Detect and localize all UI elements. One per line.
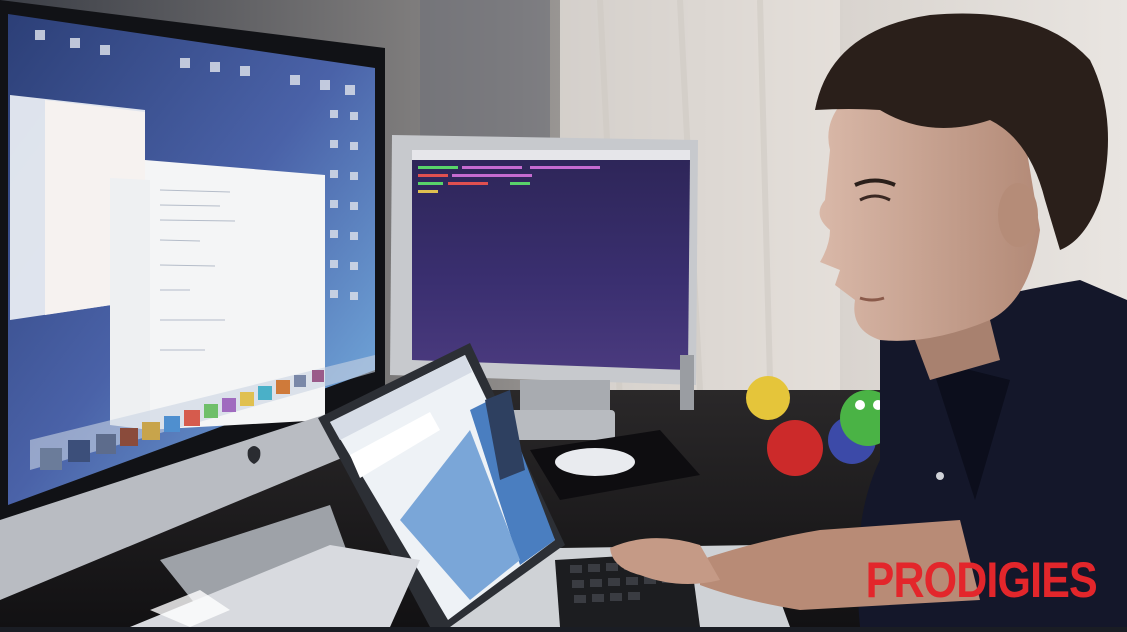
- scene-illustration: [0, 0, 1127, 627]
- photo-scene: PRODIGIES: [0, 0, 1127, 627]
- curtain-dark: [420, 0, 550, 140]
- imac-monitor: [0, 0, 385, 610]
- prodigies-logo-text: PRODIGIES: [865, 552, 1098, 608]
- mouse: [555, 448, 635, 476]
